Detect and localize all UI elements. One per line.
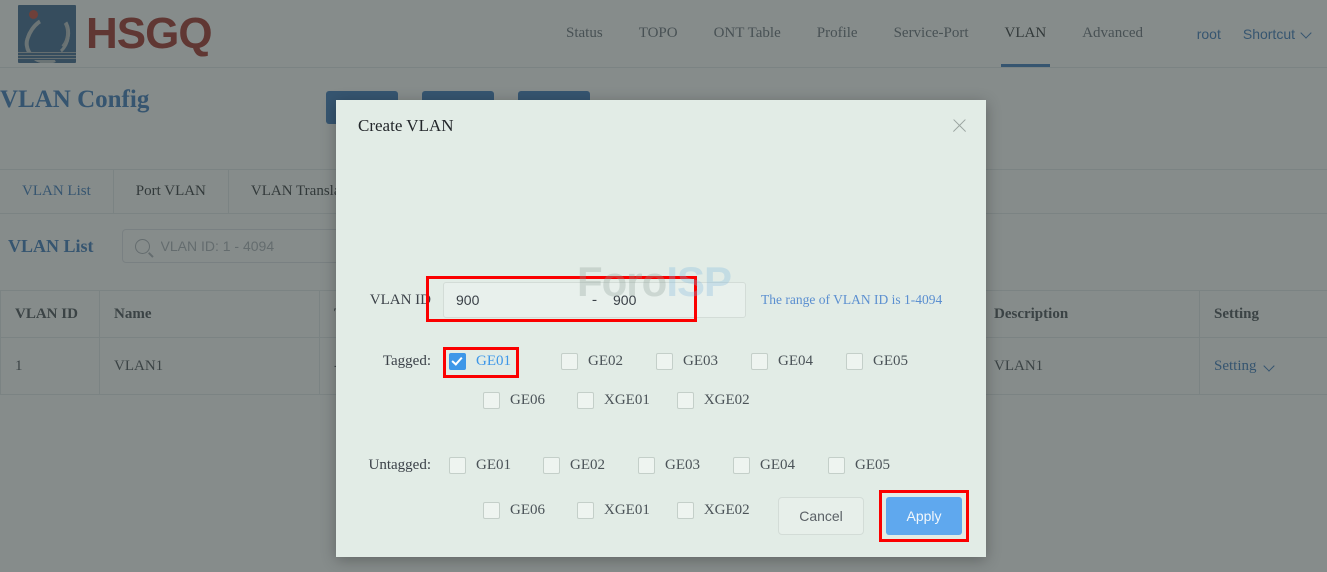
checkbox-untagged-ge01[interactable]: GE01: [449, 457, 511, 474]
checkbox-untagged-ge02[interactable]: GE02: [543, 457, 605, 474]
checkbox-icon: [449, 353, 466, 370]
checkbox-label: GE05: [873, 353, 908, 369]
checkbox-untagged-ge05[interactable]: GE05: [828, 457, 890, 474]
checkbox-tagged-ge02[interactable]: GE02: [561, 353, 623, 370]
checkbox-icon: [751, 353, 768, 370]
close-icon[interactable]: [951, 117, 968, 134]
checkbox-label: GE04: [778, 353, 813, 369]
checkbox-icon: [733, 457, 750, 474]
vlan-id-range-group: -: [443, 282, 746, 318]
create-vlan-dialog: Create VLAN VLAN ID - The range of VLAN …: [336, 100, 986, 557]
checkbox-icon: [656, 353, 673, 370]
tagged-label: Tagged:: [382, 353, 431, 369]
checkbox-label: XGE02: [703, 392, 750, 408]
checkbox-label: GE03: [683, 353, 718, 369]
checkbox-tagged-ge03[interactable]: GE03: [656, 353, 718, 370]
checkbox-label: GE01: [476, 457, 511, 473]
checkbox-tagged-ge05[interactable]: GE05: [846, 353, 908, 370]
untagged-ports-row-1: Untagged: GE01 GE02 GE03 GE04 GE05: [336, 457, 986, 474]
checkbox-label: XGE01: [604, 502, 650, 518]
tagged-ports-row-2: GE06 XGE01 XGE02: [336, 392, 986, 409]
vlan-id-field-row: VLAN ID - The range of VLAN ID is 1-4094: [336, 276, 986, 322]
checkbox-tagged-xge01[interactable]: XGE01: [577, 392, 650, 409]
checkbox-label: GE06: [510, 502, 545, 518]
dialog-footer: Cancel Apply: [778, 490, 969, 542]
checkbox-untagged-xge01[interactable]: XGE01: [577, 502, 650, 519]
checkbox-label: GE06: [510, 392, 545, 408]
checkbox-label: XGE01: [604, 392, 650, 408]
vlan-id-start-input[interactable]: [444, 284, 588, 316]
checkbox-untagged-ge03[interactable]: GE03: [638, 457, 700, 474]
checkbox-label: GE04: [760, 457, 795, 473]
checkbox-tagged-ge06[interactable]: GE06: [483, 392, 545, 409]
checkbox-label: GE01: [476, 353, 511, 369]
checkbox-tagged-ge01[interactable]: GE01: [443, 347, 523, 376]
checkbox-label: GE03: [665, 457, 700, 473]
vlan-id-label: VLAN ID: [369, 291, 431, 308]
checkbox-untagged-ge04[interactable]: GE04: [733, 457, 795, 474]
tagged-ports-row-1: Tagged: GE01 GE02 GE03 GE04 GE05: [336, 347, 986, 378]
checkbox-icon: [449, 457, 466, 474]
untagged-label: Untagged:: [368, 457, 431, 473]
vlan-id-separator: -: [592, 291, 597, 308]
checkbox-icon: [638, 457, 655, 474]
vlan-id-hint: The range of VLAN ID is 1-4094: [761, 292, 943, 307]
checkbox-icon: [483, 502, 500, 519]
checkbox-untagged-ge06[interactable]: GE06: [483, 502, 545, 519]
apply-button[interactable]: Apply: [886, 497, 962, 535]
checkbox-untagged-xge02[interactable]: XGE02: [676, 502, 750, 519]
checkbox-icon: [543, 457, 560, 474]
checkbox-tagged-ge04[interactable]: GE04: [751, 353, 813, 370]
checkbox-icon: [577, 502, 594, 519]
checkbox-icon: [676, 392, 694, 409]
checkbox-label: XGE02: [703, 502, 750, 518]
checkbox-tagged-xge02[interactable]: XGE02: [676, 392, 750, 409]
checkbox-icon: [676, 502, 694, 519]
dialog-title: Create VLAN: [358, 116, 454, 135]
checkbox-icon: [561, 353, 578, 370]
checkbox-icon: [577, 392, 594, 409]
checkbox-icon: [828, 457, 845, 474]
checkbox-icon: [483, 392, 500, 409]
checkbox-label: GE02: [588, 353, 623, 369]
checkbox-label: GE05: [855, 457, 890, 473]
vlan-id-end-input[interactable]: [601, 284, 745, 316]
checkbox-label: GE02: [570, 457, 605, 473]
cancel-button[interactable]: Cancel: [778, 497, 864, 535]
checkbox-icon: [846, 353, 863, 370]
